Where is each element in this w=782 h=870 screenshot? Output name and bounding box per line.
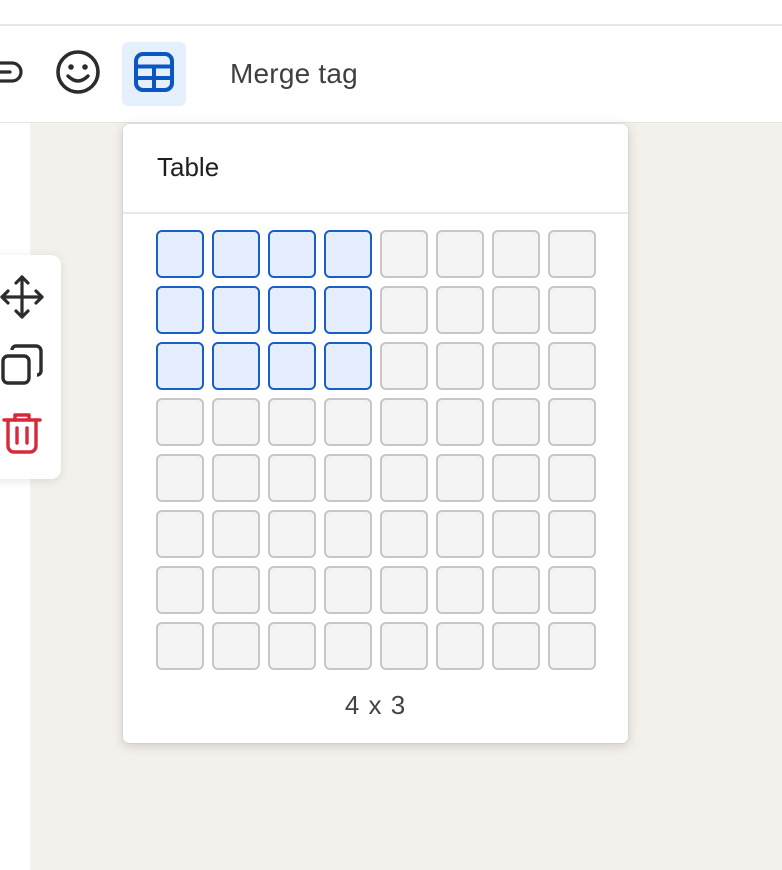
table-grid-cell[interactable] <box>156 286 204 334</box>
table-grid-cell[interactable] <box>324 342 372 390</box>
table-grid-cell[interactable] <box>380 510 428 558</box>
table-picker-popover: Table 4 x 3 <box>123 124 628 743</box>
table-grid-cell[interactable] <box>156 398 204 446</box>
table-grid-cell[interactable] <box>268 230 316 278</box>
emoji-icon <box>54 48 102 101</box>
table-grid-cell[interactable] <box>548 510 596 558</box>
table-grid-cell[interactable] <box>436 566 484 614</box>
table-grid-cell[interactable] <box>268 566 316 614</box>
table-grid-cell[interactable] <box>156 510 204 558</box>
table-grid-cell[interactable] <box>156 454 204 502</box>
table-grid-cell[interactable] <box>436 286 484 334</box>
table-grid-cell[interactable] <box>212 510 260 558</box>
table-grid-cell[interactable] <box>492 454 540 502</box>
table-grid-cell[interactable] <box>212 230 260 278</box>
move-icon <box>0 273 46 326</box>
table-grid-cell[interactable] <box>548 622 596 670</box>
block-actions-toolbar <box>0 255 61 479</box>
table-grid-cell[interactable] <box>380 342 428 390</box>
table-grid-cell[interactable] <box>492 286 540 334</box>
table-grid-cell[interactable] <box>212 566 260 614</box>
popover-title: Table <box>157 152 220 182</box>
table-grid-cell[interactable] <box>492 230 540 278</box>
table-grid-cell[interactable] <box>380 566 428 614</box>
table-grid-cell[interactable] <box>212 398 260 446</box>
link-button[interactable] <box>0 43 28 105</box>
table-grid-cell[interactable] <box>212 454 260 502</box>
table-grid-cell[interactable] <box>156 566 204 614</box>
table-grid-cell[interactable] <box>380 454 428 502</box>
editor-toolbar: Merge tag <box>0 26 782 123</box>
table-grid-cell[interactable] <box>436 342 484 390</box>
table-grid-cell[interactable] <box>324 566 372 614</box>
table-grid-cell[interactable] <box>380 286 428 334</box>
duplicate-button[interactable] <box>0 339 64 395</box>
move-button[interactable] <box>0 271 64 327</box>
table-grid-cell[interactable] <box>436 398 484 446</box>
table-grid-cell[interactable] <box>436 454 484 502</box>
table-grid-cell[interactable] <box>492 622 540 670</box>
table-grid-cell[interactable] <box>324 622 372 670</box>
table-grid-cell[interactable] <box>548 286 596 334</box>
delete-icon <box>0 410 44 461</box>
table-grid-cell[interactable] <box>212 286 260 334</box>
popover-divider <box>123 212 628 214</box>
table-grid-cell[interactable] <box>436 622 484 670</box>
table-grid-cell[interactable] <box>436 230 484 278</box>
table-grid-cell[interactable] <box>324 286 372 334</box>
table-grid-cell[interactable] <box>380 230 428 278</box>
table-grid-cell[interactable] <box>492 342 540 390</box>
table-grid-cell[interactable] <box>268 342 316 390</box>
table-grid-cell[interactable] <box>380 622 428 670</box>
table-icon <box>133 51 175 98</box>
left-panel <box>0 123 30 870</box>
table-button[interactable] <box>122 42 186 106</box>
merge-tag-button[interactable]: Merge tag <box>230 52 358 96</box>
table-grid-cell[interactable] <box>548 566 596 614</box>
duplicate-icon <box>0 342 45 393</box>
table-grid-cell[interactable] <box>212 342 260 390</box>
table-grid-cell[interactable] <box>436 510 484 558</box>
top-strip <box>0 0 782 26</box>
table-grid-cell[interactable] <box>492 566 540 614</box>
delete-button[interactable] <box>0 407 64 463</box>
table-grid-cell[interactable] <box>156 622 204 670</box>
table-grid-cell[interactable] <box>548 454 596 502</box>
table-size-grid <box>156 230 596 670</box>
table-grid-cell[interactable] <box>548 398 596 446</box>
table-grid-cell[interactable] <box>324 398 372 446</box>
table-grid-cell[interactable] <box>492 398 540 446</box>
table-grid-cell[interactable] <box>268 510 316 558</box>
table-grid-cell[interactable] <box>492 510 540 558</box>
table-grid-cell[interactable] <box>324 510 372 558</box>
table-size-label: 4 x 3 <box>344 690 407 720</box>
table-grid-cell[interactable] <box>268 622 316 670</box>
table-grid-cell[interactable] <box>268 286 316 334</box>
table-grid-cell[interactable] <box>324 230 372 278</box>
table-grid-cell[interactable] <box>156 230 204 278</box>
table-grid-cell[interactable] <box>380 398 428 446</box>
emoji-button[interactable] <box>48 43 108 105</box>
table-grid-cell[interactable] <box>212 622 260 670</box>
link-icon <box>0 57 28 92</box>
table-grid-cell[interactable] <box>268 454 316 502</box>
table-grid-cell[interactable] <box>548 342 596 390</box>
table-grid-cell[interactable] <box>324 454 372 502</box>
table-grid-cell[interactable] <box>548 230 596 278</box>
table-grid-cell[interactable] <box>268 398 316 446</box>
table-grid-cell[interactable] <box>156 342 204 390</box>
